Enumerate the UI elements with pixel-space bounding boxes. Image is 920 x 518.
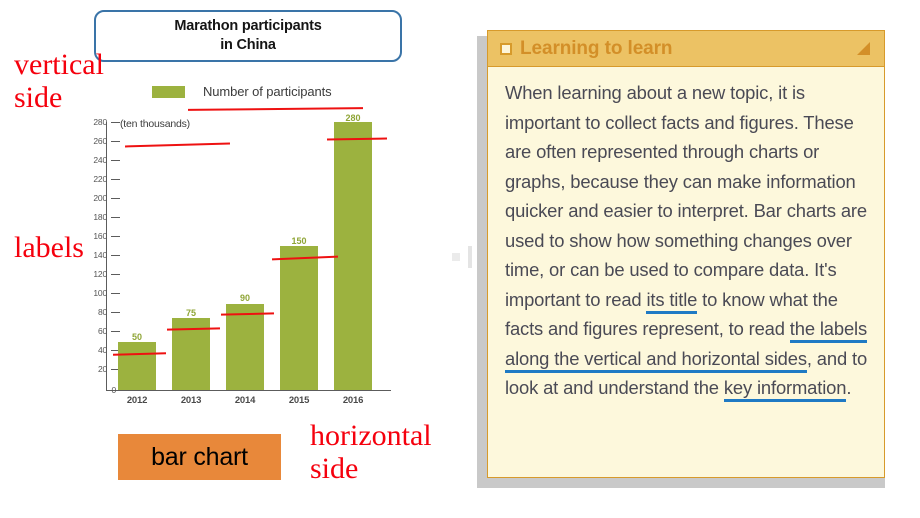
y-tick-label: 140 — [93, 250, 107, 260]
bar-chart-tag: bar chart — [118, 434, 281, 480]
y-tick-mark — [111, 216, 120, 218]
x-tick-label-2016: 2016 — [342, 395, 364, 406]
y-tick-label: 60 — [97, 326, 107, 336]
y-tick-label: 280 — [93, 117, 107, 127]
underlined-phrase: its title — [646, 288, 697, 314]
bar-value-2016: 280 — [345, 113, 361, 123]
square-icon — [500, 42, 512, 55]
units-red-underline — [124, 142, 231, 148]
y-tick-260: 260 — [38, 136, 120, 146]
chart-slide-panel: Marathon participants in China Number of… — [0, 0, 470, 518]
body-text-run: When learning about a new topic, it is i… — [505, 82, 867, 310]
y-tick-100: 100 — [38, 288, 120, 298]
y-tick-280: 280 — [38, 117, 120, 127]
y-axis-units-label: (ten thousands) — [120, 118, 190, 130]
chart-title-box: Marathon participants in China — [94, 10, 402, 62]
learn-panel: Learning to learn When learning about a … — [487, 30, 885, 478]
y-tick-220: 220 — [38, 174, 120, 184]
annotation-vertical-side-line-2: side — [14, 81, 63, 114]
bar-2016 — [334, 122, 372, 390]
y-tick-0: 0 — [38, 385, 120, 395]
bar-value-2013: 75 — [185, 308, 196, 318]
y-tick-label: 0 — [111, 385, 116, 395]
bar-2012 — [118, 342, 156, 390]
y-tick-label: 100 — [93, 288, 107, 298]
y-tick-label: 40 — [97, 345, 107, 355]
y-tick-mark — [111, 273, 120, 275]
x-axis-line — [106, 390, 391, 391]
decorative-artifact-strip — [468, 246, 472, 268]
y-tick-label: 120 — [93, 269, 107, 279]
learn-panel-body: When learning about a new topic, it is i… — [488, 67, 884, 411]
y-tick-180: 180 — [38, 212, 120, 222]
annotation-labels: labels — [14, 231, 84, 264]
y-tick-label: 240 — [93, 155, 107, 165]
x-tick-label-2014: 2014 — [234, 395, 256, 406]
y-tick-label: 160 — [93, 231, 107, 241]
y-tick-20: 20 — [38, 364, 120, 374]
y-tick-mark — [111, 311, 120, 313]
bar-value-2012: 50 — [131, 332, 142, 342]
chart-plot-area: (ten thousands) 280 260 240 220 200 180 … — [38, 113, 393, 412]
x-tick-label-2015: 2015 — [288, 395, 310, 406]
learn-panel-header: Learning to learn — [488, 31, 884, 67]
y-tick-mark — [111, 292, 120, 294]
annotation-horizontal-side-line-2: side — [310, 452, 359, 485]
y-tick-240: 240 — [38, 155, 120, 165]
annotation-horizontal-side-line-1: horizontal — [310, 419, 432, 452]
bar-2014 — [226, 303, 264, 390]
y-tick-60: 60 — [38, 326, 120, 336]
y-tick-120: 120 — [38, 269, 120, 279]
chart-title-line-2: in China — [220, 37, 276, 53]
bar-chart-tag-label: bar chart — [151, 442, 248, 471]
annotation-vertical-side: vertical side — [14, 48, 104, 114]
y-tick-mark — [111, 140, 120, 142]
y-tick-mark — [111, 159, 120, 161]
y-tick-mark — [111, 254, 120, 256]
underlined-phrase: key information — [723, 377, 846, 402]
y-tick-label: 180 — [93, 212, 107, 222]
y-tick-80: 80 — [38, 307, 120, 317]
annotation-vertical-side-line-1: vertical — [14, 48, 104, 81]
y-tick-label: 20 — [97, 364, 107, 374]
y-tick-label: 200 — [93, 193, 107, 203]
legend-swatch-icon — [152, 85, 185, 98]
chart-legend: Number of participants — [152, 84, 332, 99]
y-tick-label: 80 — [97, 307, 107, 317]
annotation-horizontal-side: horizontal side — [310, 419, 432, 485]
x-tick-label-2013: 2013 — [180, 395, 202, 406]
decorative-artifact-square — [452, 253, 460, 261]
y-tick-mark — [111, 197, 120, 199]
bar-value-2015: 150 — [291, 236, 307, 246]
legend-label: Number of participants — [203, 84, 332, 99]
bar-2015 — [280, 246, 318, 390]
y-tick-mark — [111, 121, 120, 123]
x-tick-label-2012: 2012 — [126, 395, 148, 406]
bar-value-2014: 90 — [239, 293, 250, 303]
legend-red-underline — [187, 107, 364, 111]
learn-panel-title: Learning to learn — [520, 37, 673, 59]
y-tick-label: 260 — [93, 136, 107, 146]
y-tick-mark — [111, 235, 120, 237]
y-tick-200: 200 — [38, 193, 120, 203]
triangle-icon — [857, 42, 870, 55]
y-tick-label: 220 — [93, 174, 107, 184]
body-text-run: . — [846, 377, 852, 398]
y-tick-mark — [111, 178, 120, 180]
y-tick-40: 40 — [38, 345, 120, 355]
chart-title-line-1: Marathon participants — [174, 18, 322, 34]
